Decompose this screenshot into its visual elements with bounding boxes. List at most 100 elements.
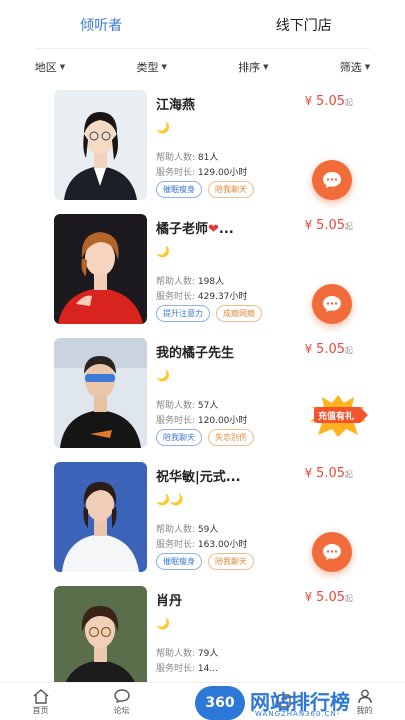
helped-label: 帮助人数: [156,153,196,163]
price-suffix: 起 [345,594,353,603]
duration-value: 120.00小时 [197,416,248,426]
counselor-name: 我的橘子先生 [156,346,235,361]
avatar [54,462,147,572]
price-amount: 5.05 [316,94,345,109]
currency: ¥ [304,590,313,604]
service-duration: 服务时长: 163.00小时 [156,537,247,550]
nav-label: 首页 [32,705,49,715]
service-tag[interactable]: 成瘾网瘾 [216,305,262,322]
avatar [54,90,147,200]
price-amount: 5.05 [316,218,345,233]
name-ellipsis: ... [218,222,234,237]
price: ¥ 5.05起 [305,590,353,605]
helped-value: 57人 [197,401,219,411]
counselor-card[interactable]: 江海燕 🌙 帮助人数: 81人 服务时长: 129.00小时 催眠瘦身 陪我聊天… [0,88,405,212]
level-moon-icon: 🌙 [156,369,170,382]
nav-home[interactable]: 首页 [0,683,81,720]
price-suffix: 起 [345,470,353,479]
service-tag[interactable]: 催眠瘦身 [156,553,202,570]
watermark-360-logo: 360 [195,686,245,720]
price-amount: 5.05 [316,590,345,605]
duration-label: 服务时长: [156,168,196,178]
filter-label: 筛选 [339,61,362,74]
service-tag[interactable]: 陪我聊天 [208,181,254,198]
tabs-divider [35,48,370,49]
profile-icon [357,689,372,703]
heart-icon: ❤ [208,222,219,237]
price-amount: 5.05 [316,466,345,481]
filter-sort[interactable]: 排序 ▼ [223,54,283,80]
tag-list: 催眠瘦身 陪我聊天 [156,181,254,198]
duration-label: 服务时长: [156,416,196,426]
counselor-card[interactable]: 祝华敏|元式... 🌙🌙 帮助人数: 59人 服务时长: 163.00小时 催眠… [0,460,405,584]
duration-value: 429.37小时 [197,292,248,302]
duration-value: 14... [197,664,218,674]
home-icon [33,688,48,704]
service-tag[interactable]: 陪我聊天 [156,429,202,446]
level-moon-icon: 🌙 [156,617,170,630]
top-tabs: 倾听者 线下门店 [0,0,405,50]
promo-label[interactable]: 充值有礼 [318,409,354,422]
watermark-url: WANGZHAN360.CN- [255,710,341,718]
currency: ¥ [304,218,313,232]
chat-button[interactable] [312,532,352,572]
tag-list: 提升注意力 成瘾网瘾 [156,305,262,322]
filter-label: 排序 [238,61,261,74]
filter-label: 类型 [136,61,159,74]
nav-label: 我的 [356,705,373,715]
nav-forum[interactable]: 论坛 [81,683,162,720]
helped-count: 帮助人数: 57人 [156,398,218,411]
filter-type[interactable]: 类型 ▼ [122,54,182,80]
price-suffix: 起 [345,346,353,355]
price: ¥ 5.05起 [305,218,353,233]
helped-label: 帮助人数: [156,277,196,287]
counselor-name-text: 橘子老师 [156,222,209,237]
service-tag[interactable]: 催眠瘦身 [156,181,202,198]
counselor-card[interactable]: 橘子老师❤... 🌙 帮助人数: 198人 服务时长: 429.37小时 提升注… [0,212,405,336]
caret-down-icon: ▼ [59,63,66,71]
price: ¥ 5.05起 [305,466,353,481]
filter-region[interactable]: 地区 ▼ [20,54,80,80]
service-duration: 服务时长: 14... [156,661,218,674]
tag-list: 催眠瘦身 陪我聊天 [156,553,254,570]
filter-screen[interactable]: 筛选 ▼ [325,54,385,80]
service-tag[interactable]: 陪我聊天 [208,553,254,570]
helped-value: 81人 [197,153,219,163]
counselor-name: 江海燕 [156,98,196,113]
helped-count: 帮助人数: 81人 [156,150,218,163]
tab-listeners[interactable]: 倾听者 [0,0,203,50]
currency: ¥ [304,94,313,108]
counselor-name: 祝华敏|元式... [156,470,241,485]
service-duration: 服务时长: 429.37小时 [156,289,247,302]
duration-label: 服务时长: [156,664,196,674]
caret-down-icon: ▼ [364,63,371,71]
chat-button[interactable] [312,160,352,200]
chat-button[interactable] [312,284,352,324]
helped-count: 帮助人数: 79人 [156,646,218,659]
nav-label: 论坛 [113,705,130,715]
duration-value: 163.00小时 [197,540,248,550]
price: ¥ 5.05起 [305,94,353,109]
duration-label: 服务时长: [156,292,196,302]
helped-value: 198人 [197,277,225,287]
service-tag[interactable]: 提升注意力 [156,305,210,322]
tab-offline-stores[interactable]: 线下门店 [203,0,405,50]
chat-bubble-icon [323,172,341,188]
price-suffix: 起 [345,222,353,231]
level-moon-icon: 🌙 [156,121,170,134]
filter-label: 地区 [34,61,57,74]
caret-down-icon: ▼ [263,63,269,71]
chat-bubble-icon [323,296,341,312]
caret-down-icon: ▼ [161,63,167,71]
avatar [54,214,147,324]
counselor-name: 橘子老师❤... [156,218,234,237]
service-duration: 服务时长: 129.00小时 [156,165,247,178]
helped-count: 帮助人数: 198人 [156,274,224,287]
price-suffix: 起 [345,98,353,107]
avatar [54,338,147,448]
currency: ¥ [304,466,313,480]
duration-value: 129.00小时 [197,168,248,178]
level-moon-icon: 🌙 [156,245,170,258]
helped-value: 59人 [197,525,219,535]
service-tag[interactable]: 失恋别伤 [208,429,254,446]
